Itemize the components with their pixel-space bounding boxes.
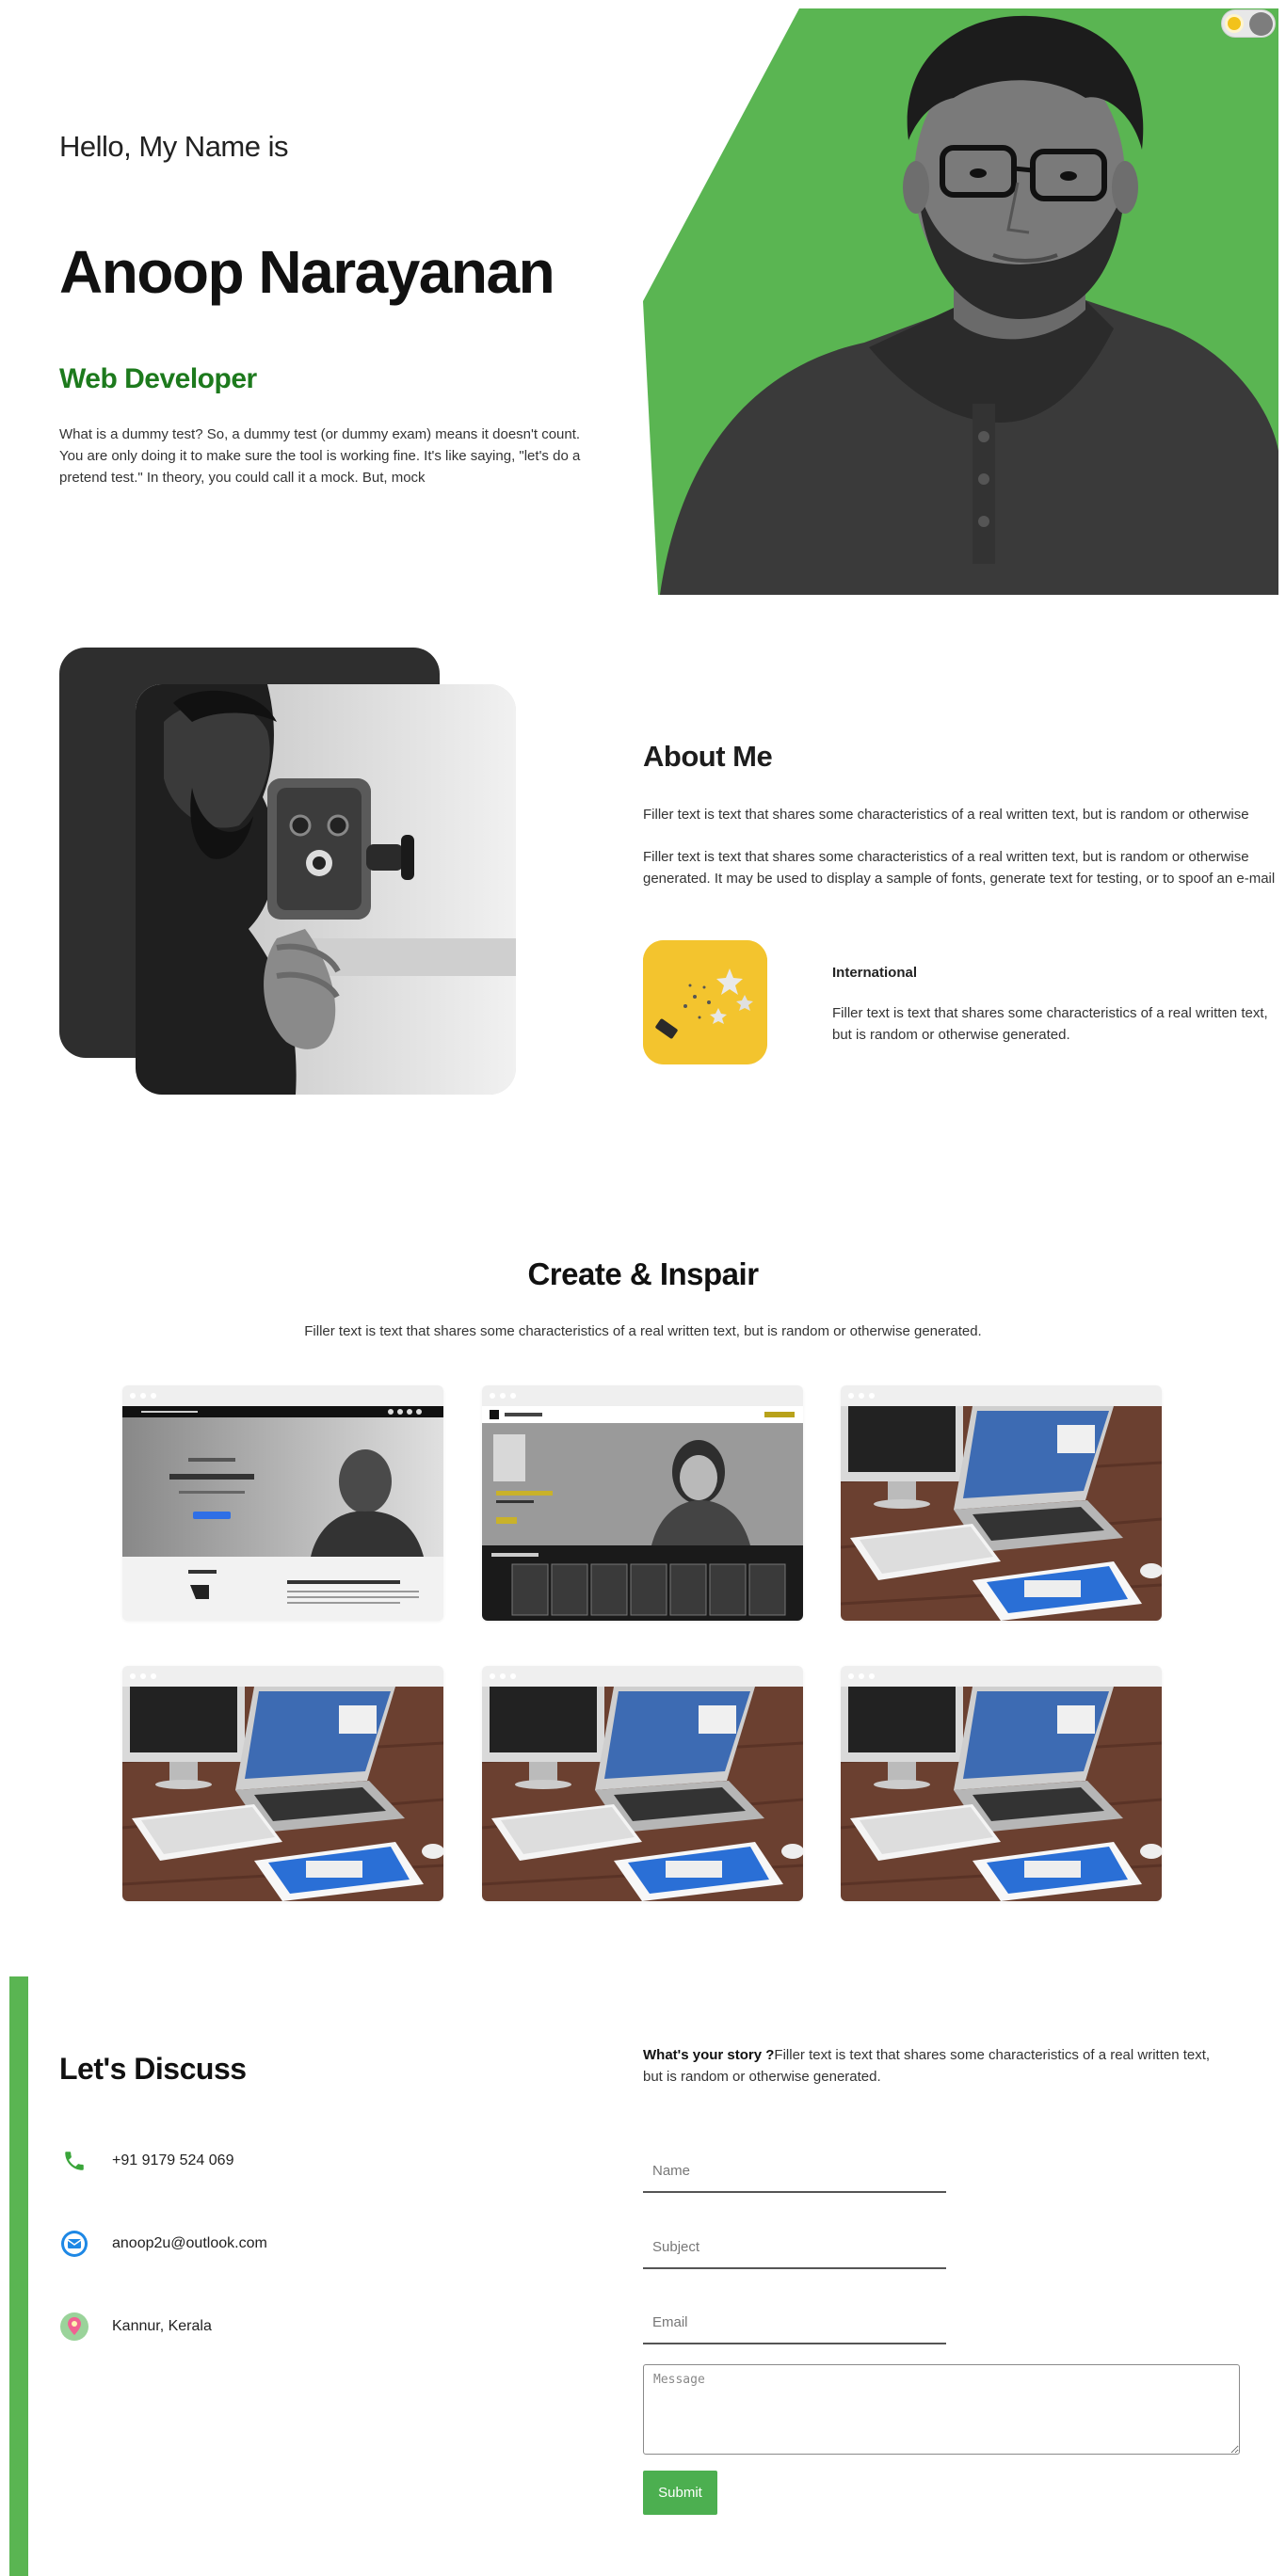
browser-bar <box>841 1385 1162 1406</box>
toggle-knob <box>1249 12 1273 36</box>
location-text: Kannur, Kerala <box>112 2318 212 2334</box>
subject-field[interactable] <box>643 2213 946 2269</box>
map-pin-icon <box>59 2312 89 2342</box>
portfolio-title: Create & Inspair <box>527 1256 759 1291</box>
portfolio-card-4[interactable] <box>122 1666 443 1901</box>
story-lead: What's your story ? <box>643 2047 775 2063</box>
portfolio-card-5[interactable] <box>482 1666 803 1901</box>
phone-icon <box>59 2146 89 2176</box>
contact-title: Let's Discuss <box>59 2052 247 2086</box>
portfolio-screenshot <box>841 1687 1162 1901</box>
hero-portrait <box>643 8 1278 595</box>
submit-button[interactable]: Submit <box>643 2471 717 2515</box>
email-field[interactable] <box>643 2288 946 2344</box>
theme-toggle[interactable] <box>1221 9 1276 38</box>
contact-accent-bar <box>9 1976 28 2576</box>
email-text: anoop2u@outlook.com <box>112 2235 267 2251</box>
email-icon <box>59 2229 89 2259</box>
browser-bar <box>841 1666 1162 1687</box>
about-title: About Me <box>643 740 773 773</box>
feature-text: Filler text is text that shares some cha… <box>832 1005 1268 1043</box>
portfolio-card-1[interactable] <box>122 1385 443 1621</box>
contact-location: Kannur, Kerala <box>59 2312 212 2342</box>
hero-greeting: Hello, My Name is <box>59 130 289 163</box>
hero-section: Hello, My Name is Anoop Narayanan Web De… <box>0 0 1286 602</box>
about-paragraph-2: Filler text is text that shares some cha… <box>643 849 1276 887</box>
phone-text: +91 9179 524 069 <box>112 2152 234 2168</box>
portfolio-screenshot <box>122 1687 443 1901</box>
sun-icon <box>1228 17 1241 30</box>
story-text: What's your story ?Filler text is text t… <box>643 2044 1227 2088</box>
portfolio-screenshot <box>122 1406 443 1621</box>
portfolio-screenshot <box>482 1406 803 1621</box>
camera-man-graphic <box>136 684 516 1095</box>
hero-description: What is a dummy test? So, a dummy test (… <box>59 426 581 486</box>
confetti-graphic <box>643 940 767 1064</box>
portfolio-card-3[interactable] <box>841 1385 1162 1621</box>
hero-portrait-graphic <box>643 8 1278 595</box>
message-field[interactable] <box>643 2364 1240 2455</box>
contact-phone[interactable]: +91 9179 524 069 <box>59 2146 233 2176</box>
hero-role: Web Developer <box>59 363 257 394</box>
contact-email[interactable]: anoop2u@outlook.com <box>59 2229 267 2259</box>
portfolio-screenshot <box>482 1687 803 1901</box>
feature-title: International <box>832 965 918 981</box>
portfolio-card-2[interactable] <box>482 1385 803 1621</box>
portfolio-subtitle: Filler text is text that shares some cha… <box>304 1323 982 1339</box>
international-image <box>643 940 767 1064</box>
browser-bar <box>122 1385 443 1406</box>
about-photo <box>136 684 516 1095</box>
hero-name: Anoop Narayanan <box>59 238 555 306</box>
name-field[interactable] <box>643 2136 946 2193</box>
browser-bar <box>122 1666 443 1687</box>
browser-bar <box>482 1385 803 1406</box>
browser-bar <box>482 1666 803 1687</box>
portfolio-card-6[interactable] <box>841 1666 1162 1901</box>
about-paragraph-1: Filler text is text that shares some cha… <box>643 807 1249 823</box>
portfolio-screenshot <box>841 1406 1162 1621</box>
